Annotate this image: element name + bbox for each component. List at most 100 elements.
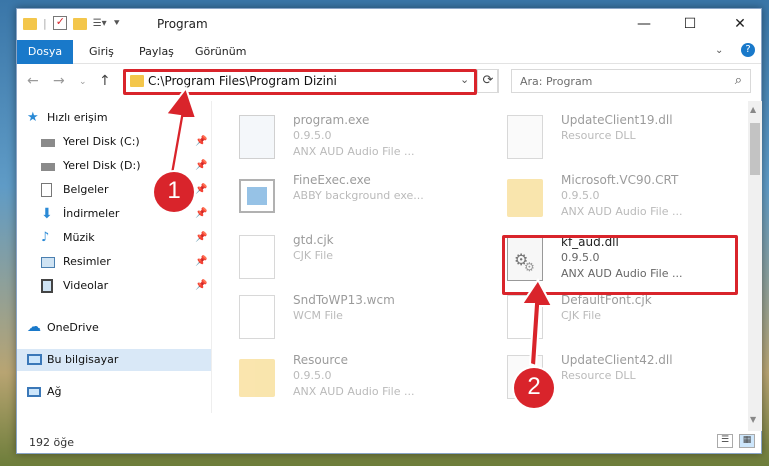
sidebar-item-quick-access[interactable]: ★ Hızlı erişim xyxy=(17,107,211,129)
recent-locations-icon[interactable]: ⌄ xyxy=(79,77,87,87)
drive-icon xyxy=(41,139,55,147)
file-item[interactable]: SndToWP13.wcm WCM File xyxy=(217,291,467,347)
sidebar-item-music[interactable]: ♪ Müzik 📌 xyxy=(17,227,211,249)
refresh-button[interactable]: ⟳ xyxy=(477,69,499,93)
file-version: 0.9.5.0 xyxy=(293,129,332,142)
pin-icon[interactable]: 📌 xyxy=(195,131,207,153)
video-icon xyxy=(41,279,53,293)
executable-icon xyxy=(239,115,275,159)
sidebar-item-label: Yerel Disk (D:) xyxy=(63,159,141,172)
document-icon xyxy=(41,183,52,197)
address-path[interactable]: C:\Program Files\Program Dizini xyxy=(148,74,337,88)
folder-icon xyxy=(239,359,275,397)
tab-file[interactable]: Dosya xyxy=(17,40,73,64)
address-bar[interactable]: C:\Program Files\Program Dizini ⌄ xyxy=(123,69,498,93)
pin-icon[interactable]: 📌 xyxy=(195,227,207,249)
up-icon[interactable]: ↑ xyxy=(99,73,111,89)
folder-icon xyxy=(130,75,144,87)
file-highlight xyxy=(502,235,738,295)
file-item[interactable]: gtd.cjk CJK File xyxy=(217,231,467,287)
close-button[interactable]: ✕ xyxy=(717,9,763,39)
customize-toolbar-icon[interactable]: ☰▾ xyxy=(93,18,107,29)
cloud-icon: ☁ xyxy=(27,319,41,335)
large-icons-view-icon[interactable]: ▦ xyxy=(739,434,755,448)
window-title: Program xyxy=(157,17,208,31)
music-icon: ♪ xyxy=(41,230,50,245)
pin-icon[interactable]: 📌 xyxy=(195,275,207,297)
sidebar-item-label: Bu bilgisayar xyxy=(47,353,119,366)
properties-icon[interactable]: ✓ xyxy=(52,15,67,30)
vertical-scrollbar[interactable]: ▲ ▼ xyxy=(748,101,762,431)
sidebar-item-onedrive[interactable]: ☁ OneDrive xyxy=(17,317,211,339)
sidebar-item-label: Hızlı erişim xyxy=(47,111,108,124)
file-version: 0.9.5.0 xyxy=(561,189,600,202)
sidebar-item-label: OneDrive xyxy=(47,321,99,334)
sidebar-item-network[interactable]: Ağ xyxy=(17,381,211,403)
scroll-thumb[interactable] xyxy=(750,123,760,175)
item-count: 192 öğe xyxy=(29,436,74,449)
file-description: ANX AUD Audio File ... xyxy=(293,385,415,398)
document-icon xyxy=(507,295,543,339)
file-name: UpdateClient42.dll xyxy=(561,353,673,367)
pin-icon[interactable]: 📌 xyxy=(195,179,207,201)
search-box[interactable]: Ara: Program ⌕ xyxy=(511,69,751,93)
file-description: CJK File xyxy=(293,249,334,262)
file-name: Resource xyxy=(293,353,349,367)
pin-icon[interactable]: 📌 xyxy=(195,251,207,273)
scroll-up-icon[interactable]: ▲ xyxy=(750,105,756,114)
status-bar: 192 öğe ☰ ▦ xyxy=(17,431,761,453)
file-name: program.exe xyxy=(293,113,370,127)
document-icon xyxy=(239,295,275,339)
file-item[interactable]: UpdateClient19.dll Resource DLL xyxy=(485,111,735,167)
tab-view[interactable]: Görünüm xyxy=(183,40,258,64)
file-item[interactable]: Resource 0.9.5.0 ANX AUD Audio File ... xyxy=(217,351,467,407)
sidebar-item-label: Ağ xyxy=(47,385,62,398)
file-item[interactable]: DefaultFont.cjk CJK File xyxy=(485,291,735,347)
file-item[interactable]: FineExec.exe ABBY background exe... xyxy=(217,171,467,227)
expand-ribbon-icon[interactable]: ⌄ xyxy=(715,45,723,56)
tab-home[interactable]: Giriş xyxy=(77,40,126,64)
details-view-icon[interactable]: ☰ xyxy=(717,434,733,448)
maximize-button[interactable]: ☐ xyxy=(667,9,713,39)
file-version: 0.9.5.0 xyxy=(293,369,332,382)
file-name: FineExec.exe xyxy=(293,173,371,187)
pictures-icon xyxy=(41,257,55,268)
file-name: SndToWP13.wcm xyxy=(293,293,395,307)
forward-icon[interactable]: → xyxy=(53,73,65,89)
file-item[interactable]: program.exe 0.9.5.0 ANX AUD Audio File .… xyxy=(217,111,467,167)
search-input[interactable]: Ara: Program xyxy=(520,75,592,88)
sidebar-item-videos[interactable]: Videolar 📌 xyxy=(17,275,211,297)
pin-icon[interactable]: 📌 xyxy=(195,203,207,225)
step-badge-1: 1 xyxy=(154,172,194,212)
scroll-down-icon[interactable]: ▼ xyxy=(750,415,756,424)
sidebar-item-label: Belgeler xyxy=(63,183,109,196)
back-icon[interactable]: ← xyxy=(27,73,39,89)
pane-divider xyxy=(211,101,212,413)
file-description: ANX AUD Audio File ... xyxy=(293,145,415,158)
file-description: ABBY background exe... xyxy=(293,189,424,202)
sidebar-item-this-pc[interactable]: Bu bilgisayar xyxy=(17,349,211,371)
file-description: WCM File xyxy=(293,309,343,322)
navigation-pane: ★ Hızlı erişim Yerel Disk (C:) 📌 Yerel D… xyxy=(17,101,211,431)
drive-icon xyxy=(41,163,55,171)
file-name: DefaultFont.cjk xyxy=(561,293,652,307)
sidebar-item-pictures[interactable]: Resimler 📌 xyxy=(17,251,211,273)
download-icon: ⬇ xyxy=(41,206,53,222)
document-icon xyxy=(239,235,275,279)
tab-share[interactable]: Paylaş xyxy=(127,40,186,64)
file-name: UpdateClient19.dll xyxy=(561,113,673,127)
navigation-bar: ← → ⌄ ↑ C:\Program Files\Program Dizini … xyxy=(17,65,761,99)
separator-icon: | xyxy=(43,16,47,30)
file-name: gtd.cjk xyxy=(293,233,334,247)
computer-icon xyxy=(27,354,42,365)
step-badge-2: 2 xyxy=(514,368,554,408)
address-dropdown-icon[interactable]: ⌄ xyxy=(460,73,469,86)
new-folder-icon[interactable] xyxy=(72,18,87,30)
help-icon[interactable]: ? xyxy=(741,43,755,57)
dropdown-icon[interactable]: ⯆ xyxy=(113,18,121,29)
pin-icon[interactable]: 📌 xyxy=(195,155,207,177)
search-icon: ⌕ xyxy=(734,73,742,88)
file-item[interactable]: Microsoft.VC90.CRT 0.9.5.0 ANX AUD Audio… xyxy=(485,171,735,227)
minimize-button[interactable]: — xyxy=(621,9,667,39)
sidebar-item-local-disk-c[interactable]: Yerel Disk (C:) 📌 xyxy=(17,131,211,153)
